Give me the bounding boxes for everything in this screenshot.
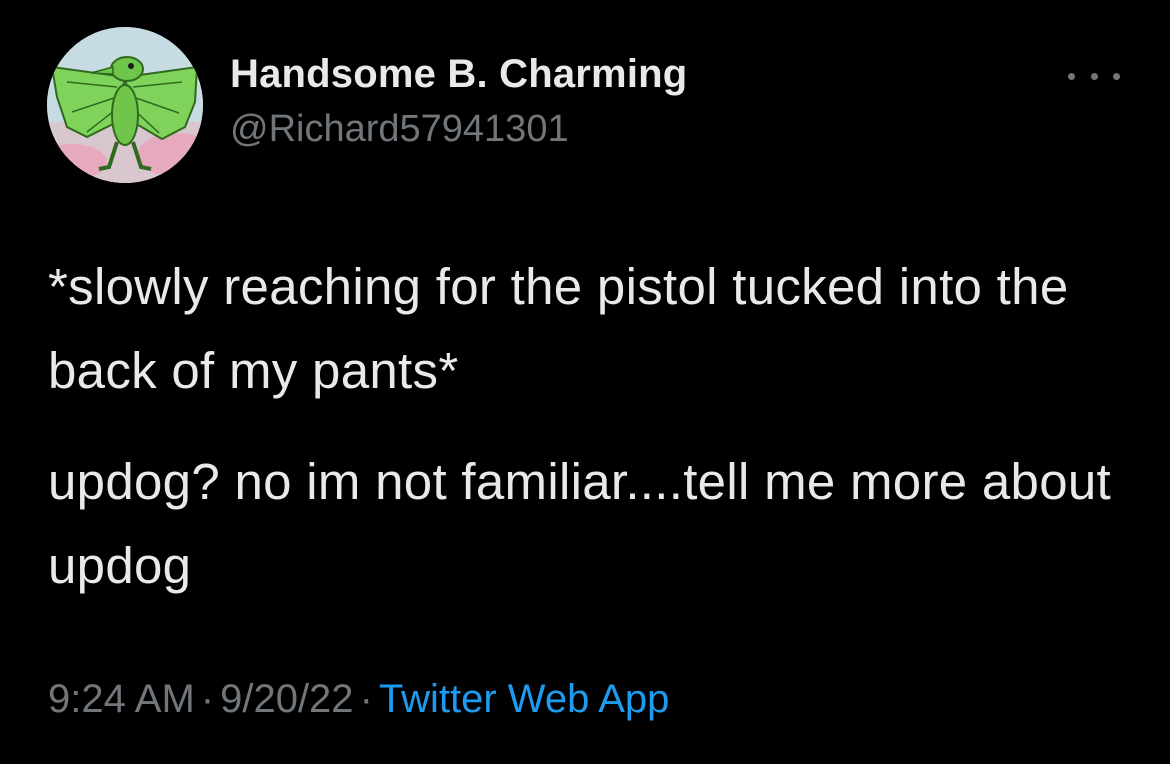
meta-separator: ·	[200, 677, 215, 721]
tweet-text-paragraph: updog? no im not familiar....tell me mor…	[48, 453, 1111, 594]
pterodactyl-avatar-image	[47, 27, 203, 183]
tweet-text-paragraph: *slowly reaching for the pistol tucked i…	[48, 258, 1069, 399]
tweet-date[interactable]: 9/20/22	[220, 677, 353, 721]
author-display-name[interactable]: Handsome B. Charming	[230, 52, 687, 97]
tweet-time[interactable]: 9:24 AM	[48, 677, 195, 721]
meta-separator: ·	[359, 677, 373, 721]
tweet-source-link[interactable]: Twitter Web App	[379, 677, 670, 721]
more-dot	[1090, 72, 1098, 80]
tweet-meta: 9:24 AM · 9/20/22 · Twitter Web App	[48, 677, 669, 722]
more-dot	[1068, 72, 1075, 80]
more-dot	[1113, 72, 1120, 80]
more-icon[interactable]	[1068, 62, 1120, 90]
author-handle[interactable]: @Richard57941301	[230, 108, 569, 151]
avatar[interactable]	[47, 27, 203, 183]
tweet-detail: Handsome B. Charming @Richard57941301 *s…	[0, 0, 1170, 764]
